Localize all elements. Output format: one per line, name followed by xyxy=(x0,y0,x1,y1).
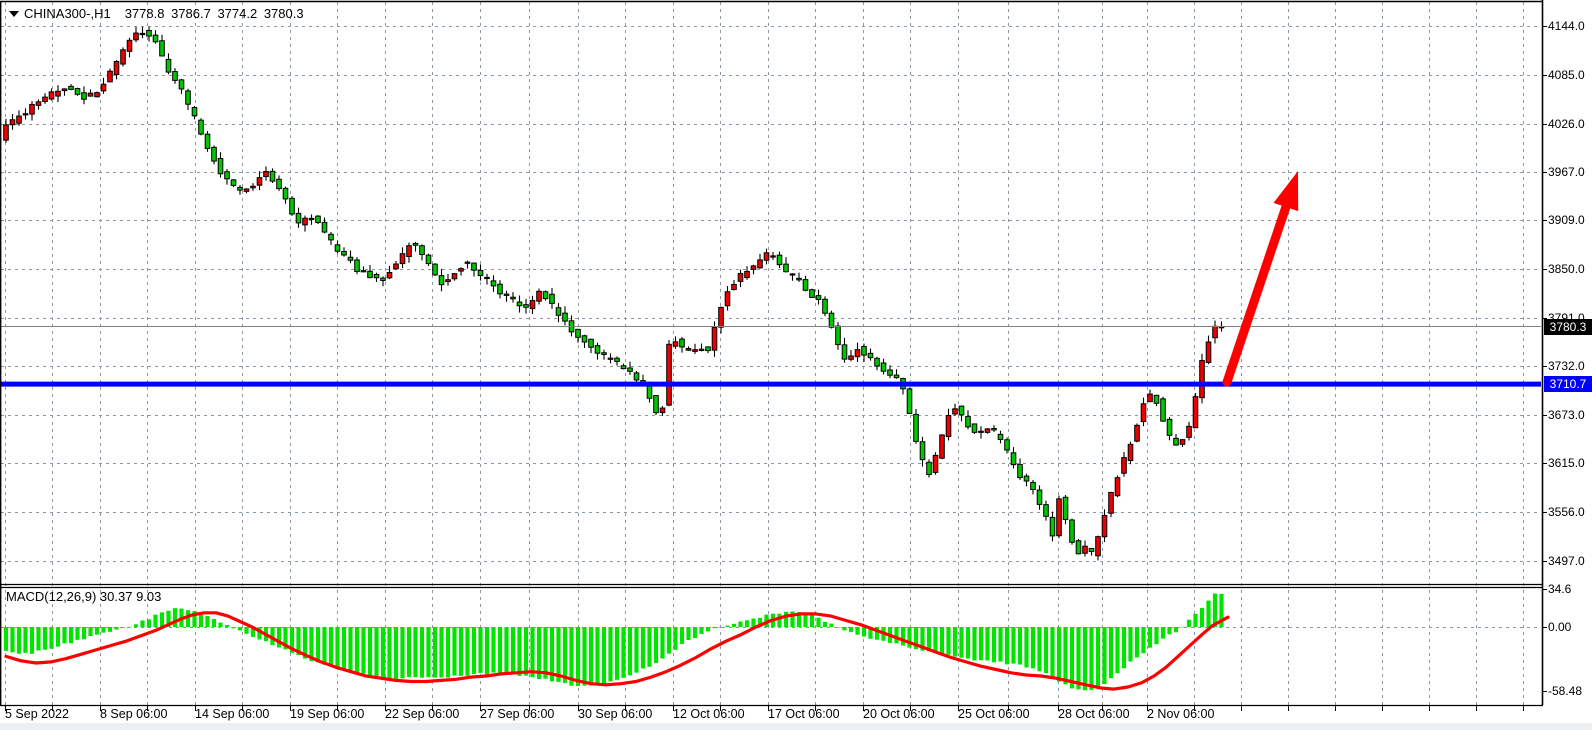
chart-title: CHINA300-,H1 3778.8 3786.7 3774.2 3780.3 xyxy=(24,6,304,21)
price-axis-tick-label: 3615.0 xyxy=(1548,456,1585,470)
time-axis-label: 28 Oct 06:00 xyxy=(1058,707,1130,721)
symbol-period-label: CHINA300-,H1 xyxy=(24,6,111,21)
time-axis-label: 20 Oct 06:00 xyxy=(863,707,935,721)
time-axis-label: 19 Sep 06:00 xyxy=(290,707,364,721)
price-axis-tick-label: 3556.0 xyxy=(1548,505,1585,519)
time-axis-label: 5 Sep 2022 xyxy=(5,707,69,721)
macd-axis-tick-label: 34.6 xyxy=(1548,582,1571,596)
price-axis-tick-label: 3850.0 xyxy=(1548,262,1585,276)
macd-axis-tick-label: -58.48 xyxy=(1548,684,1582,698)
price-axis-tick-label: 3909.0 xyxy=(1548,213,1585,227)
price-axis-tick-label: 4026.0 xyxy=(1548,117,1585,131)
window-bottom-strip xyxy=(0,723,1592,730)
price-axis-tick-label: 3967.0 xyxy=(1548,165,1585,179)
price-axis-tick-label: 4144.0 xyxy=(1548,19,1585,33)
chart-plot-area[interactable] xyxy=(1,2,1541,705)
time-axis-label: 12 Oct 06:00 xyxy=(673,707,745,721)
price-axis-tick-label: 3732.0 xyxy=(1548,359,1585,373)
chart-canvas[interactable] xyxy=(0,0,1592,730)
time-axis-label: 14 Sep 06:00 xyxy=(195,707,269,721)
time-axis-label: 22 Sep 06:00 xyxy=(385,707,459,721)
price-axis-tick-label: 3497.0 xyxy=(1548,554,1585,568)
time-axis-label: 2 Nov 06:00 xyxy=(1147,707,1214,721)
time-axis-label: 27 Sep 06:00 xyxy=(480,707,554,721)
price-axis-tick-label: 3673.0 xyxy=(1548,408,1585,422)
time-axis-label: 8 Sep 06:00 xyxy=(100,707,167,721)
price-axis-tick-label: 4085.0 xyxy=(1548,68,1585,82)
time-axis-label: 30 Sep 06:00 xyxy=(578,707,652,721)
macd-axis-tick-label: 0.00 xyxy=(1548,620,1571,634)
ohlc-values: 3778.8 3786.7 3774.2 3780.3 xyxy=(125,6,304,21)
support-line-price-tag: 3710.7 xyxy=(1544,376,1592,392)
mt4-chart-window: CHINA300-,H13778.8 3786.7 3774.2 3780.3 … xyxy=(0,0,1592,730)
time-axis-label: 25 Oct 06:00 xyxy=(958,707,1030,721)
current-price-tag: 3780.3 xyxy=(1544,319,1592,335)
macd-indicator-label: MACD(12,26,9) 30.37 9.03 xyxy=(6,589,161,604)
time-axis-label: 17 Oct 06:00 xyxy=(768,707,840,721)
symbol-dropdown-triangle-icon[interactable] xyxy=(9,11,19,17)
